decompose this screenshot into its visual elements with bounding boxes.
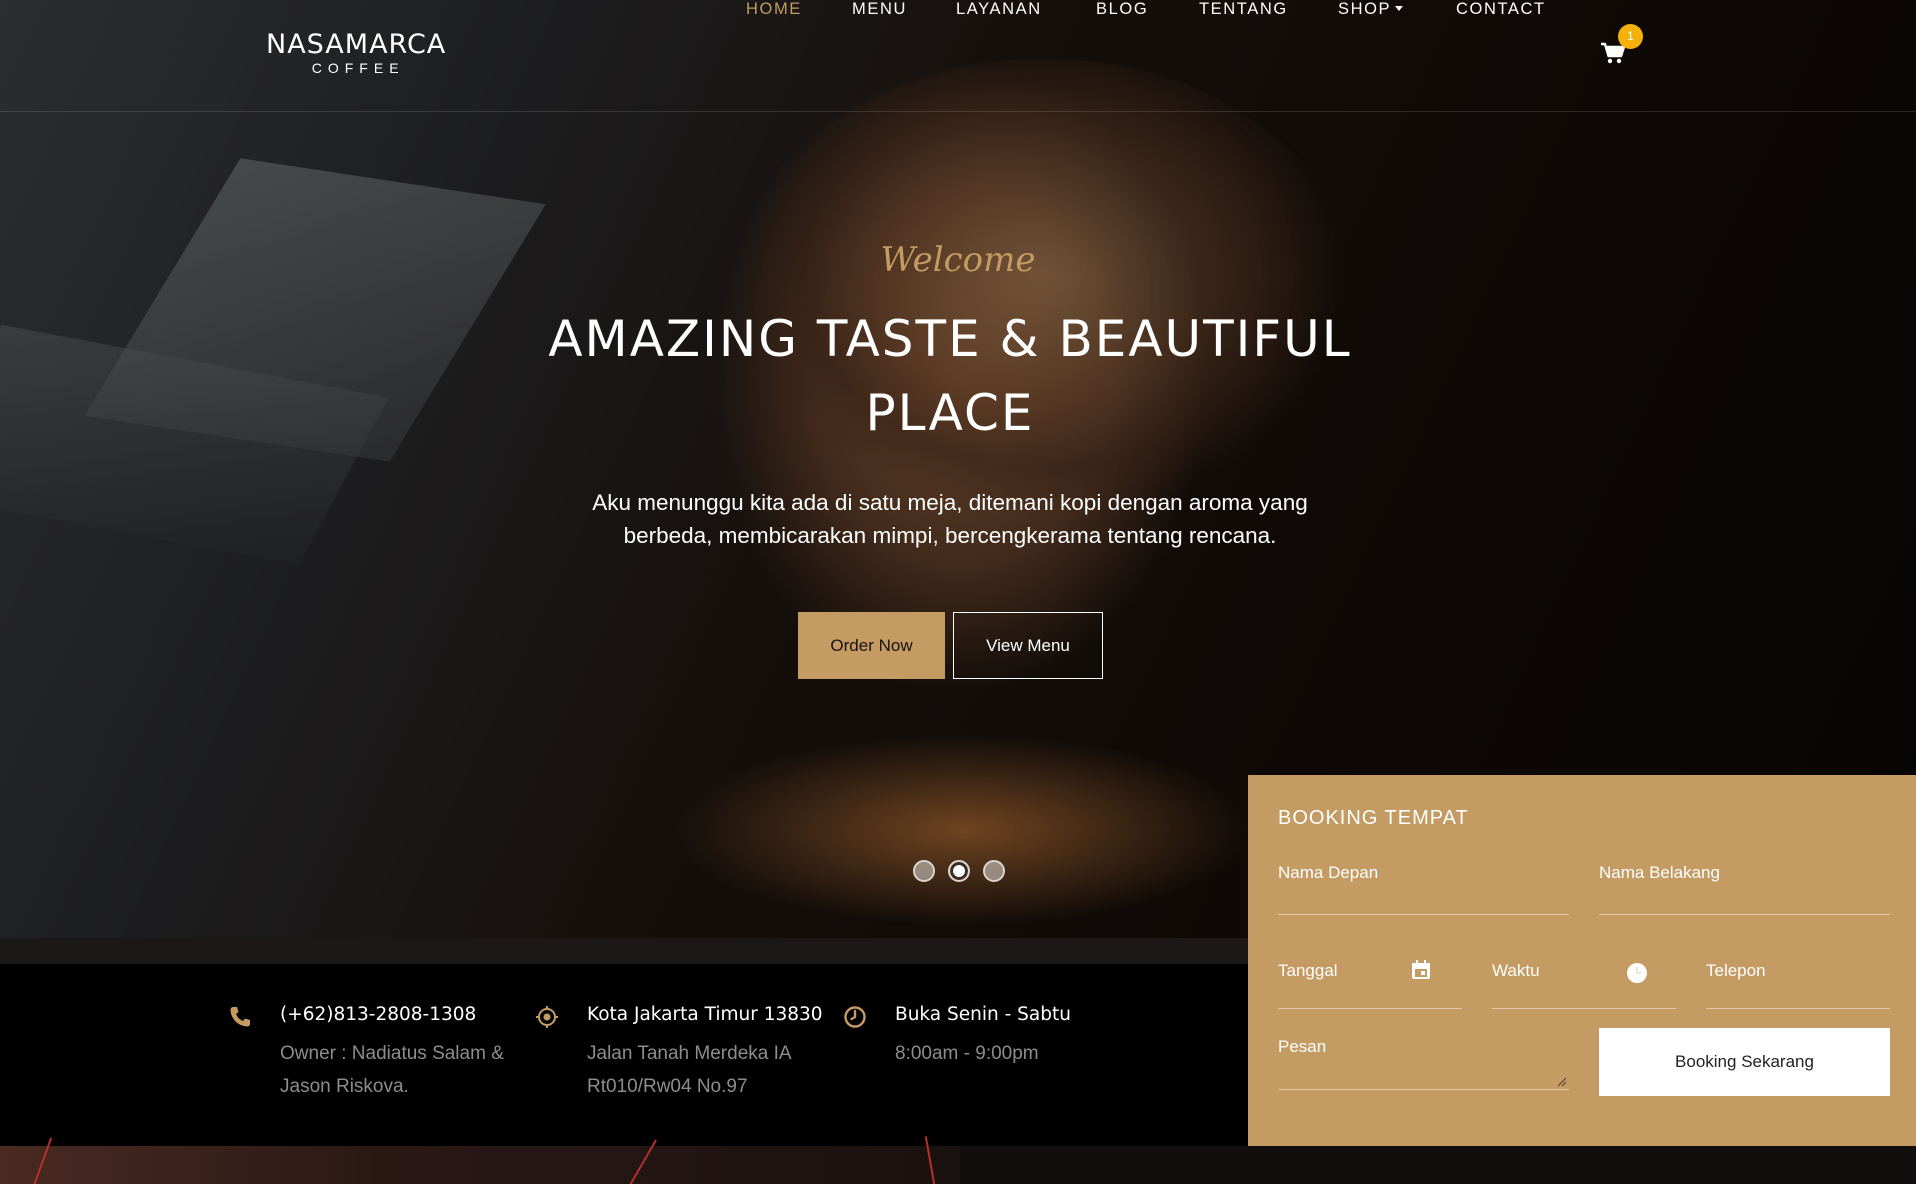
info-phone-line: Owner : Nadiatus Salam &: [280, 1043, 504, 1064]
carousel-indicators: [913, 860, 1005, 882]
info-address-title: Kota Jakarta Timur 13830: [587, 1004, 823, 1025]
date-placeholder: Tanggal: [1278, 961, 1338, 980]
hero-subtext-line: Aku menunggu kita ada di satu meja, dite…: [592, 490, 1308, 515]
navbar: NASAMARCA COFFEE HOME MENU LAYANAN BLOG …: [0, 0, 1916, 112]
info-bar: (+62)813-2808-1308 Owner : Nadiatus Sala…: [0, 964, 1248, 1146]
nav-item-home[interactable]: HOME: [746, 0, 802, 19]
message-placeholder: Pesan: [1278, 1037, 1327, 1056]
carousel-dot-2[interactable]: [948, 860, 970, 882]
next-section-preview: [0, 1136, 1916, 1184]
resize-handle-icon[interactable]: [1557, 1077, 1567, 1087]
booking-title: BOOKING TEMPAT: [1278, 807, 1469, 829]
info-address-line: Rt010/Rw04 No.97: [587, 1076, 748, 1097]
first-name-field[interactable]: Nama Depan: [1278, 863, 1569, 915]
hero-headline-line: AMAZING TASTE & BEAUTIFUL: [548, 310, 1352, 368]
calendar-icon[interactable]: [1411, 960, 1431, 980]
last-name-placeholder: Nama Belakang: [1599, 863, 1720, 882]
time-field[interactable]: Waktu: [1492, 961, 1676, 1009]
nav-item-shop-label: SHOP: [1338, 0, 1392, 18]
info-hours-title: Buka Senin - Sabtu: [895, 1004, 1071, 1025]
booking-submit-button[interactable]: Booking Sekarang: [1599, 1028, 1890, 1096]
info-hours-line: 8:00am - 9:00pm: [895, 1043, 1039, 1064]
info-phone-title: (+62)813-2808-1308: [280, 1004, 477, 1025]
info-address: Kota Jakarta Timur 13830 Jalan Tanah Mer…: [536, 1004, 823, 1103]
view-menu-button[interactable]: View Menu: [953, 612, 1103, 679]
nav-item-tentang[interactable]: TENTANG: [1199, 0, 1288, 19]
info-phone-line: Jason Riskova.: [280, 1076, 409, 1097]
nav-item-shop[interactable]: SHOP: [1338, 0, 1404, 19]
nav-item-blog[interactable]: BLOG: [1096, 0, 1148, 19]
nav-item-menu[interactable]: MENU: [852, 0, 907, 19]
info-phone: (+62)813-2808-1308 Owner : Nadiatus Sala…: [230, 1004, 504, 1103]
time-placeholder: Waktu: [1492, 961, 1540, 980]
last-name-field[interactable]: Nama Belakang: [1599, 863, 1890, 915]
phone-placeholder: Telepon: [1706, 961, 1766, 980]
date-field[interactable]: Tanggal: [1278, 960, 1462, 1009]
hero-welcome-script: Welcome: [880, 240, 1036, 280]
hero-headline-line: PLACE: [865, 384, 1035, 442]
clock-icon: [844, 1006, 866, 1028]
hero-subtext-line: berbeda, membicarakan mimpi, bercengkera…: [623, 523, 1277, 548]
chevron-down-icon: [1395, 6, 1404, 11]
phone-field[interactable]: Telepon: [1706, 961, 1890, 1009]
carousel-dot-1[interactable]: [913, 860, 935, 882]
carousel-dot-3[interactable]: [983, 860, 1005, 882]
nav-item-contact[interactable]: CONTACT: [1456, 0, 1546, 19]
order-now-button[interactable]: Order Now: [798, 612, 945, 679]
brand-logo[interactable]: NASAMARCA COFFEE: [266, 29, 447, 77]
phone-icon: [230, 1007, 250, 1027]
brand-tagline: COFFEE: [311, 60, 405, 76]
clock-icon[interactable]: [1626, 962, 1648, 984]
cart-count-badge: 1: [1618, 24, 1643, 49]
hero-headline: AMAZING TASTE & BEAUTIFUL PLACE: [520, 302, 1380, 450]
first-name-placeholder: Nama Depan: [1278, 863, 1379, 882]
booking-form: BOOKING TEMPAT Nama Depan Nama Belakang …: [1248, 775, 1916, 1146]
info-address-line: Jalan Tanah Merdeka IA: [587, 1043, 792, 1064]
info-hours: Buka Senin - Sabtu 8:00am - 9:00pm: [844, 1004, 1071, 1070]
next-section-image: [0, 1136, 960, 1184]
location-icon: [536, 1006, 558, 1028]
info-strip-top-band: [0, 938, 1248, 964]
brand-name: NASAMARCA: [266, 29, 447, 60]
hero-subtext: Aku menunggu kita ada di satu meja, dite…: [520, 486, 1380, 552]
message-textarea[interactable]: Pesan: [1278, 1037, 1569, 1090]
nav-item-layanan[interactable]: LAYANAN: [956, 0, 1042, 19]
